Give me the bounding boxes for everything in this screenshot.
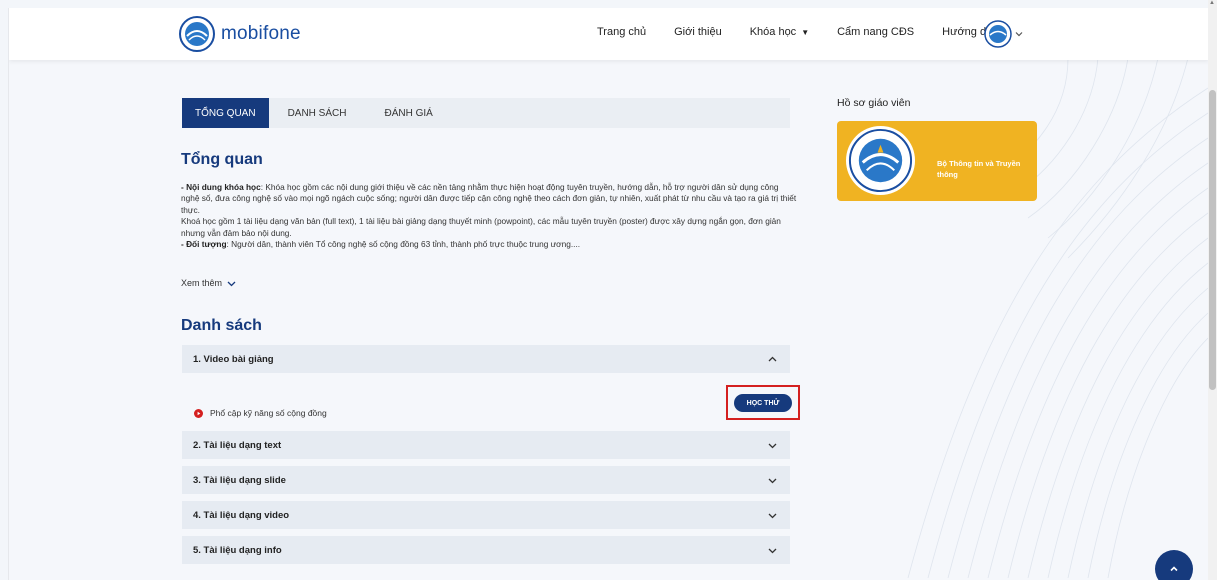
tab-review[interactable]: ĐÁNH GIÁ bbox=[365, 98, 451, 128]
overview-title: Tổng quan bbox=[181, 151, 263, 168]
chevron-down-icon bbox=[768, 513, 777, 518]
scrollbar-thumb[interactable] bbox=[1209, 90, 1216, 390]
caret-down-icon: ▼ bbox=[801, 28, 810, 37]
ministry-emblem-icon bbox=[845, 125, 916, 196]
nav-item-about[interactable]: Giới thiệu bbox=[674, 26, 722, 38]
nav-item-courses-label: Khóa học bbox=[749, 26, 797, 38]
mobifone-logo-icon bbox=[179, 16, 215, 52]
section-label: 3. Tài liệu dạng slide bbox=[193, 474, 286, 486]
overview-paragraph-materials: Khoá học gồm 1 tài liệu dạng văn bản (fu… bbox=[181, 216, 781, 238]
section-video-materials[interactable]: 4. Tài liệu dạng video bbox=[182, 501, 790, 529]
tab-overview[interactable]: TỔNG QUAN bbox=[182, 98, 269, 128]
scroll-up-icon[interactable]: ▲ bbox=[1209, 0, 1215, 6]
teacher-card[interactable]: Bộ Thông tin và Truyền thông bbox=[837, 121, 1037, 201]
nav-item-home[interactable]: Trang chủ bbox=[597, 26, 646, 38]
section-video-lectures[interactable]: 1. Video bài giảng bbox=[182, 345, 790, 373]
list-title: Danh sách bbox=[181, 317, 262, 334]
lesson-title: Phổ cập kỹ năng số cộng đồng bbox=[210, 408, 327, 418]
section-text-materials[interactable]: 2. Tài liệu dạng text bbox=[182, 431, 790, 459]
trial-learn-button[interactable]: HỌC THỬ bbox=[734, 394, 792, 412]
overview-paragraph-content: - Nội dung khóa học: Khóa học gồm các nộ… bbox=[181, 182, 797, 216]
section-info-materials[interactable]: 5. Tài liệu dạng info bbox=[182, 536, 790, 564]
chevron-down-icon bbox=[768, 478, 777, 483]
see-more-link[interactable]: Xem thêm bbox=[181, 278, 236, 288]
chevron-down-icon bbox=[1015, 32, 1023, 37]
play-icon bbox=[194, 408, 203, 418]
brand-logo[interactable]: mobifone bbox=[179, 16, 301, 52]
section-label: 4. Tài liệu dạng video bbox=[193, 509, 290, 521]
user-menu[interactable] bbox=[984, 20, 1023, 48]
chevron-down-icon bbox=[768, 443, 777, 448]
section-label: 1. Video bài giảng bbox=[193, 353, 274, 365]
page-scrollbar[interactable]: ▲ bbox=[1208, 0, 1217, 580]
content-label: - Nội dung khóa học bbox=[181, 182, 261, 192]
arrow-up-icon bbox=[1170, 566, 1178, 572]
course-tabs: TỔNG QUAN DANH SÁCH ĐÁNH GIÁ bbox=[182, 98, 790, 128]
brand-name: mobifone bbox=[221, 23, 301, 44]
top-navbar: mobifone Trang chủ Giới thiệu Khóa học ▼ … bbox=[9, 8, 1208, 60]
nav-item-handbook[interactable]: Cẩm nang CĐS bbox=[837, 26, 914, 38]
see-more-label: Xem thêm bbox=[181, 278, 223, 288]
teacher-name: Bộ Thông tin và Truyền thông bbox=[937, 159, 1021, 179]
audience-text: : Người dân, thành viên Tổ công nghệ số … bbox=[226, 239, 581, 250]
back-to-top-button[interactable] bbox=[1155, 550, 1193, 580]
chevron-down-icon bbox=[227, 281, 236, 286]
section-slide-materials[interactable]: 3. Tài liệu dạng slide bbox=[182, 466, 790, 494]
teacher-profile-title: Hồ sơ giáo viên bbox=[837, 97, 911, 109]
tab-list[interactable]: DANH SÁCH bbox=[269, 98, 366, 128]
section-label: 5. Tài liệu dạng info bbox=[193, 544, 282, 556]
main-nav: Trang chủ Giới thiệu Khóa học ▼ Cẩm nang … bbox=[597, 26, 1026, 38]
chevron-up-icon bbox=[768, 356, 777, 361]
avatar bbox=[984, 20, 1012, 48]
content-text: : Khóa học gồm các nội dung giới thiệu v… bbox=[181, 182, 797, 215]
overview-content: - Nội dung khóa học: Khóa học gồm các nộ… bbox=[181, 182, 797, 250]
nav-item-courses[interactable]: Khóa học ▼ bbox=[750, 26, 809, 38]
chevron-down-icon bbox=[768, 548, 777, 553]
section-label: 2. Tài liệu dạng text bbox=[193, 439, 282, 451]
page: mobifone Trang chủ Giới thiệu Khóa học ▼ … bbox=[8, 8, 1208, 580]
audience-label: - Đối tượng bbox=[181, 239, 227, 250]
overview-paragraph-audience: - Đối tượng: Người dân, thành viên Tổ cô… bbox=[181, 239, 797, 250]
